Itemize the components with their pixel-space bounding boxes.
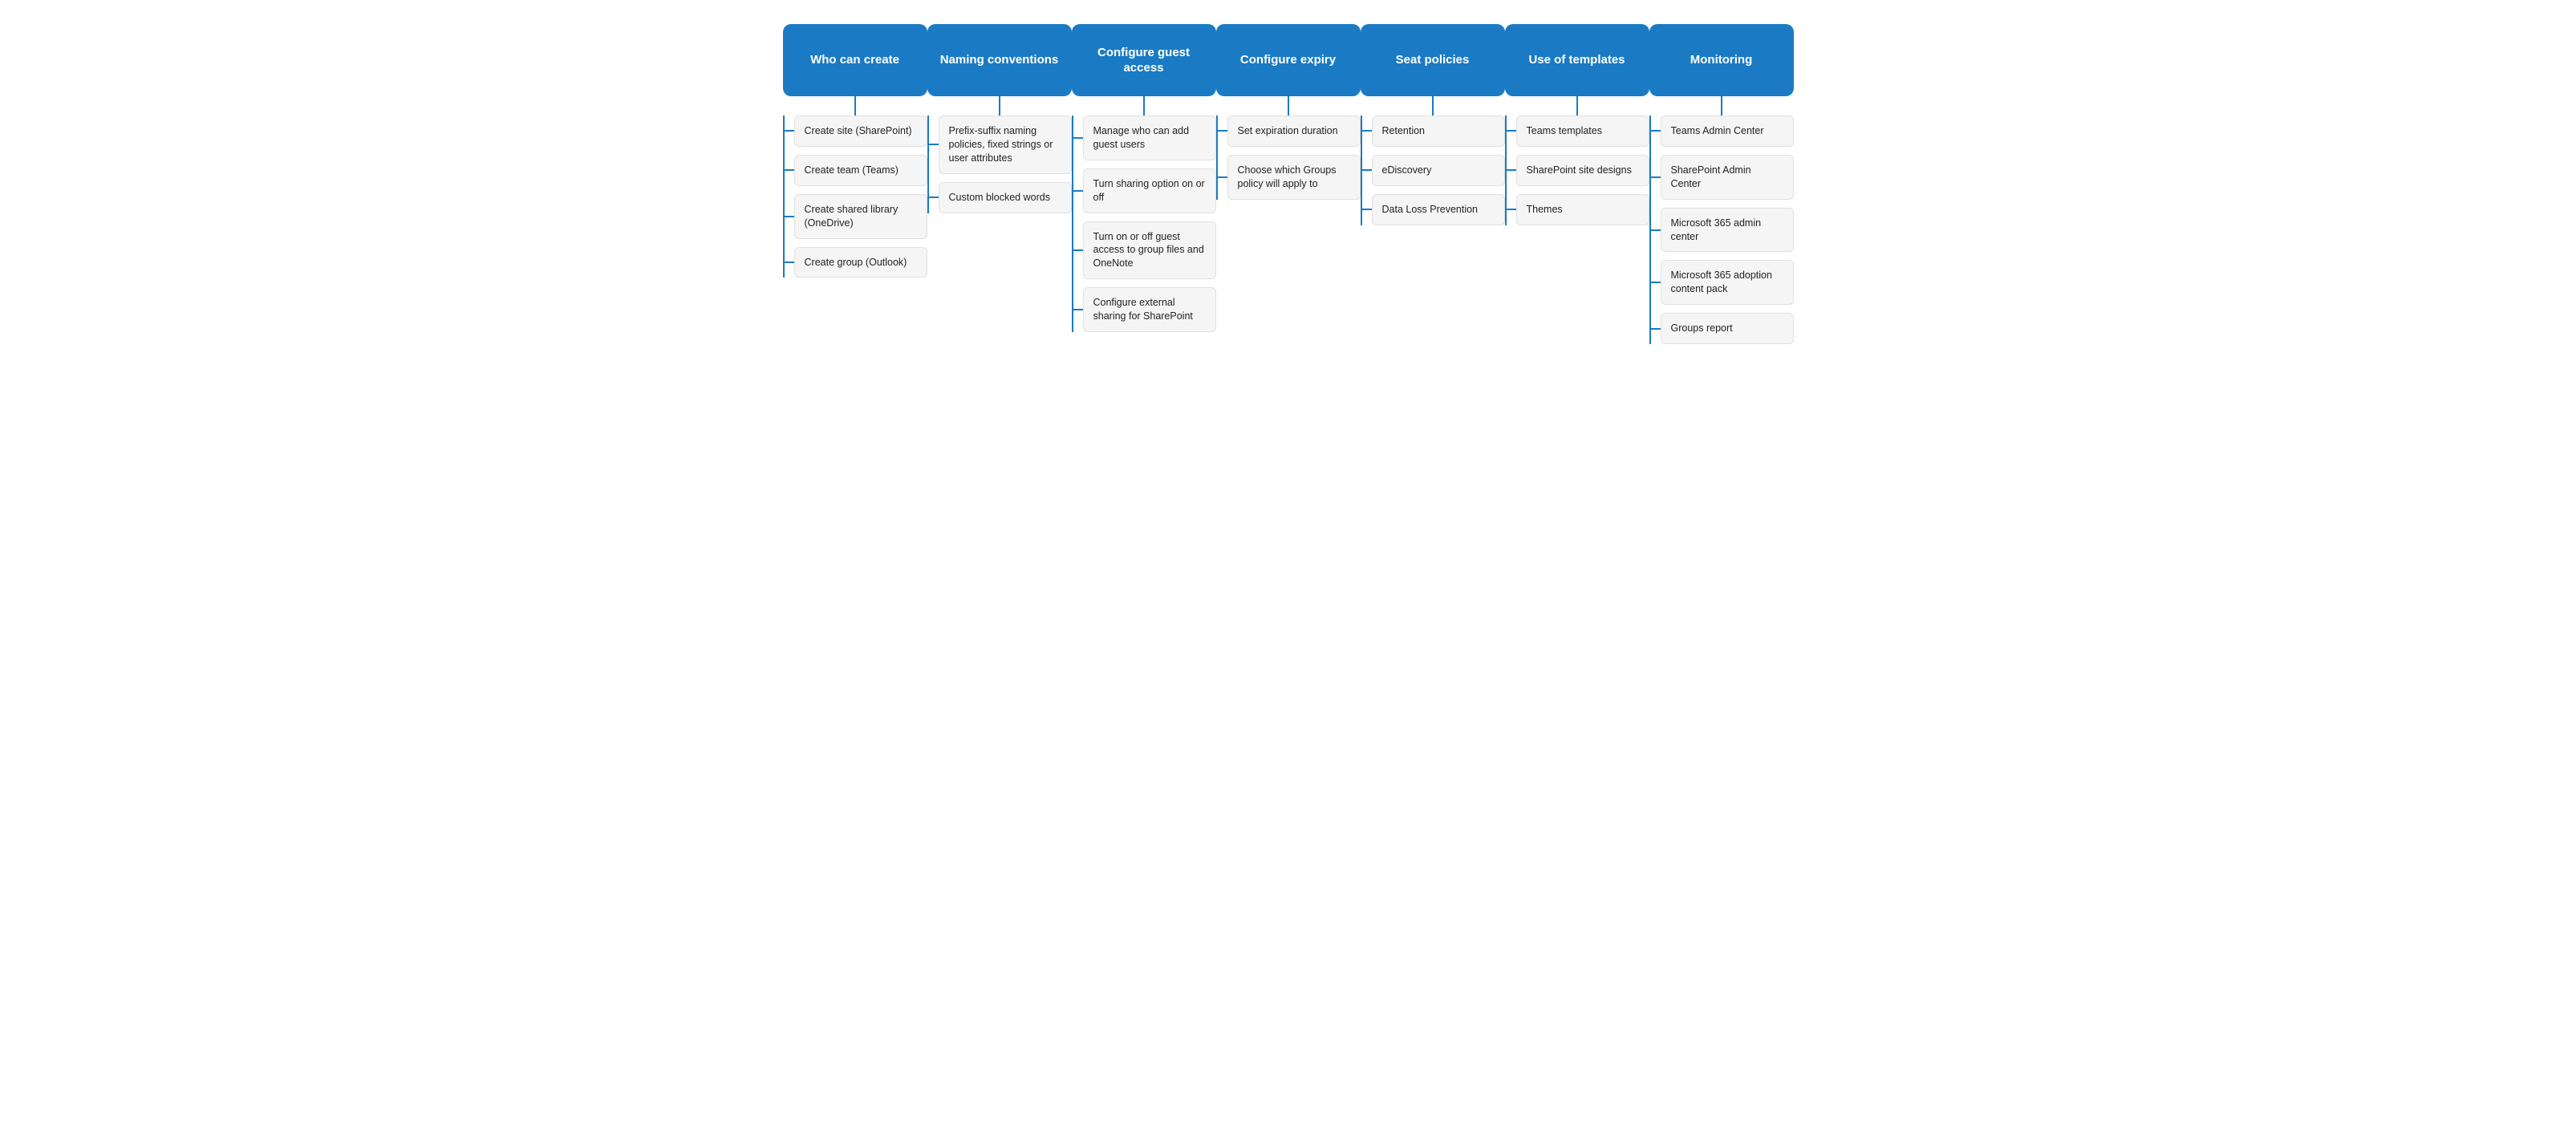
header-naming-conventions: Naming conventions [927, 24, 1072, 96]
list-item: SharePoint Admin Center [1661, 155, 1794, 200]
items-container-naming-conventions: Prefix-suffix naming policies, fixed str… [927, 116, 1072, 213]
list-item: eDiscovery [1372, 155, 1505, 186]
column-who-can-create: Who can createCreate site (SharePoint)Cr… [783, 24, 927, 278]
item-box-use-of-templates-0: Teams templates [1516, 116, 1649, 147]
column-use-of-templates: Use of templates Teams templates SharePoin… [1505, 24, 1649, 225]
list-item: Themes [1516, 194, 1649, 225]
list-item: Data Loss Prevention [1372, 194, 1505, 225]
item-box-monitoring-0: Teams Admin Center [1661, 116, 1794, 147]
item-box-seat-policies-2: Data Loss Prevention [1372, 194, 1505, 225]
item-box-configure-guest-access-2: Turn on or off guest access to group fil… [1083, 221, 1216, 280]
item-box-monitoring-2: Microsoft 365 admin center [1661, 208, 1794, 253]
item-box-use-of-templates-1: SharePoint site designs [1516, 155, 1649, 186]
column-configure-guest-access: Configure guest access Manage who can add… [1072, 24, 1216, 332]
list-item: Turn sharing option on or off [1083, 168, 1216, 213]
connector-naming-conventions [999, 96, 1000, 116]
header-seat-policies: Seat policies [1361, 24, 1505, 96]
item-box-configure-expiry-1: Choose which Groups policy will apply to [1227, 155, 1361, 200]
connector-who-can-create [854, 96, 856, 116]
list-item: Microsoft 365 adoption content pack [1661, 260, 1794, 305]
list-item: Set expiration duration [1227, 116, 1361, 147]
item-box-use-of-templates-2: Themes [1516, 194, 1649, 225]
list-item: SharePoint site designs [1516, 155, 1649, 186]
items-container-seat-policies: Retention eDiscovery Data Loss Prevention [1361, 116, 1505, 225]
item-box-configure-guest-access-3: Configure external sharing for SharePoin… [1083, 287, 1216, 332]
column-seat-policies: Seat policies Retention eDiscovery Data Los… [1361, 24, 1505, 225]
header-use-of-templates: Use of templates [1505, 24, 1649, 96]
item-box-seat-policies-0: Retention [1372, 116, 1505, 147]
header-monitoring: Monitoring [1649, 24, 1794, 96]
list-item: Create site (SharePoint) [794, 116, 927, 147]
list-item: Retention [1372, 116, 1505, 147]
list-item: Create group (Outlook) [794, 247, 927, 278]
items-container-monitoring: Teams Admin Center SharePoint Admin Cente… [1649, 116, 1794, 344]
item-box-who-can-create-3: Create group (Outlook) [794, 247, 927, 278]
list-item: Teams templates [1516, 116, 1649, 147]
header-configure-expiry: Configure expiry [1216, 24, 1361, 96]
list-item: Manage who can add guest users [1083, 116, 1216, 160]
column-configure-expiry: Configure expiry Set expiration duration C… [1216, 24, 1361, 200]
list-item: Turn on or off guest access to group fil… [1083, 221, 1216, 280]
item-box-configure-guest-access-1: Turn sharing option on or off [1083, 168, 1216, 213]
list-item: Teams Admin Center [1661, 116, 1794, 147]
item-box-who-can-create-0: Create site (SharePoint) [794, 116, 927, 147]
diagram: Who can createCreate site (SharePoint)Cr… [16, 24, 2560, 344]
list-item: Create team (Teams) [794, 155, 927, 186]
list-item: Custom blocked words [939, 182, 1072, 213]
list-item: Create shared library (OneDrive) [794, 194, 927, 239]
item-box-configure-guest-access-0: Manage who can add guest users [1083, 116, 1216, 160]
header-configure-guest-access: Configure guest access [1072, 24, 1216, 96]
list-item: Microsoft 365 admin center [1661, 208, 1794, 253]
item-box-monitoring-1: SharePoint Admin Center [1661, 155, 1794, 200]
column-monitoring: Monitoring Teams Admin Center SharePoint A… [1649, 24, 1794, 344]
item-box-seat-policies-1: eDiscovery [1372, 155, 1505, 186]
header-who-can-create: Who can create [783, 24, 927, 96]
connector-use-of-templates [1576, 96, 1578, 116]
items-container-configure-guest-access: Manage who can add guest users Turn shari… [1072, 116, 1216, 332]
column-naming-conventions: Naming conventions Prefix-suffix naming p… [927, 24, 1072, 213]
list-item: Configure external sharing for SharePoin… [1083, 287, 1216, 332]
items-container-configure-expiry: Set expiration duration Choose which Grou… [1216, 116, 1361, 200]
list-item: Prefix-suffix naming policies, fixed str… [939, 116, 1072, 174]
item-box-configure-expiry-0: Set expiration duration [1227, 116, 1361, 147]
connector-configure-expiry [1288, 96, 1289, 116]
list-item: Choose which Groups policy will apply to [1227, 155, 1361, 200]
connector-seat-policies [1432, 96, 1434, 116]
item-box-monitoring-4: Groups report [1661, 313, 1794, 344]
item-box-monitoring-3: Microsoft 365 adoption content pack [1661, 260, 1794, 305]
item-box-who-can-create-2: Create shared library (OneDrive) [794, 194, 927, 239]
items-container-use-of-templates: Teams templates SharePoint site designs Th… [1505, 116, 1649, 225]
items-container-who-can-create: Create site (SharePoint) Create team (Tea… [783, 116, 927, 278]
item-box-naming-conventions-1: Custom blocked words [939, 182, 1072, 213]
connector-monitoring [1721, 96, 1722, 116]
item-box-naming-conventions-0: Prefix-suffix naming policies, fixed str… [939, 116, 1072, 174]
item-box-who-can-create-1: Create team (Teams) [794, 155, 927, 186]
connector-configure-guest-access [1143, 96, 1145, 116]
list-item: Groups report [1661, 313, 1794, 344]
